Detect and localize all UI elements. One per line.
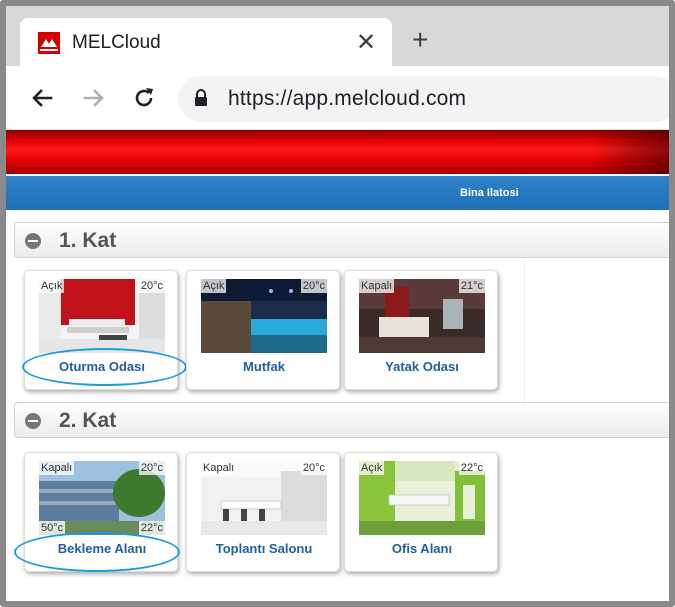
room-temperature: 20°c <box>138 461 165 475</box>
highlight-circle <box>14 532 180 572</box>
tab-title: MELCloud <box>72 32 161 53</box>
room-photo: Kapalı 20°c 50°c 22°c <box>39 461 165 535</box>
room-temperature: 20°c <box>300 279 327 293</box>
room-name[interactable]: Yatak Odası <box>345 359 499 374</box>
empty-panel <box>524 262 669 402</box>
room-photo: Açık 22°c <box>359 461 485 535</box>
site-header-banner <box>6 130 669 174</box>
status-badge: Açık <box>39 279 65 293</box>
room-temperature: 22°c <box>458 461 485 475</box>
room-photo: Açık 20°c <box>201 279 327 353</box>
melcloud-logo-icon <box>38 32 60 54</box>
tab-close-icon[interactable]: ✕ <box>356 28 376 57</box>
room-name[interactable]: Mutfak <box>187 359 341 374</box>
address-bar[interactable]: https://app.melcloud.com <box>178 76 669 122</box>
building-settings-link[interactable]: Bina Ilatosi <box>460 187 519 199</box>
room-card[interactable]: Kapalı 21°c Yatak Odası <box>344 270 498 390</box>
forward-icon[interactable] <box>78 82 110 114</box>
floor-title: 1. Kat <box>59 229 117 252</box>
room-card[interactable]: Açık 20°c Mutfak <box>186 270 340 390</box>
status-badge: Kapalı <box>39 461 75 475</box>
back-icon[interactable] <box>26 82 58 114</box>
room-temperature: 20°c <box>300 461 327 475</box>
site-nav-bar: Bina Ilatosi <box>6 176 669 210</box>
room-dashboard: 1. Kat Açık 20°c Oturma Odası Açık 20°c … <box>6 210 669 601</box>
room-photo: Açık 20°c <box>39 279 165 353</box>
tab-strip: MELCloud ✕ + <box>6 6 669 66</box>
lock-icon <box>195 89 207 106</box>
floor-title: 2. Kat <box>59 409 117 432</box>
browser-toolbar: https://app.melcloud.com <box>6 66 669 130</box>
room-photo: Kapalı 21°c <box>359 279 485 353</box>
room-temperature: 20°c <box>138 279 165 293</box>
url-text: https://app.melcloud.com <box>228 87 467 110</box>
highlight-circle <box>22 348 187 386</box>
room-name[interactable]: Ofis Alanı <box>345 541 499 556</box>
reload-icon[interactable] <box>128 82 160 114</box>
set-temperature: 22°c <box>138 521 165 535</box>
browser-window: MELCloud ✕ + https://app.melcloud.com Bi… <box>0 0 675 607</box>
floor-header[interactable]: 2. Kat <box>14 402 669 438</box>
status-badge: Açık <box>201 279 227 293</box>
collapse-icon[interactable] <box>25 233 41 249</box>
room-card[interactable]: Açık 22°c Ofis Alanı <box>344 452 498 572</box>
status-badge: Kapalı <box>359 279 395 293</box>
room-name[interactable]: Toplantı Salonu <box>187 541 341 556</box>
status-badge: Kapalı <box>201 461 237 475</box>
room-temperature: 21°c <box>458 279 485 293</box>
browser-tab[interactable]: MELCloud ✕ <box>20 18 392 66</box>
floor-header[interactable]: 1. Kat <box>14 222 669 258</box>
room-card[interactable]: Kapalı 20°c Toplantı Salonu <box>186 452 340 572</box>
status-badge: Açık <box>359 461 385 475</box>
collapse-icon[interactable] <box>25 413 41 429</box>
room-photo: Kapalı 20°c <box>201 461 327 535</box>
new-tab-icon[interactable]: + <box>412 26 428 54</box>
